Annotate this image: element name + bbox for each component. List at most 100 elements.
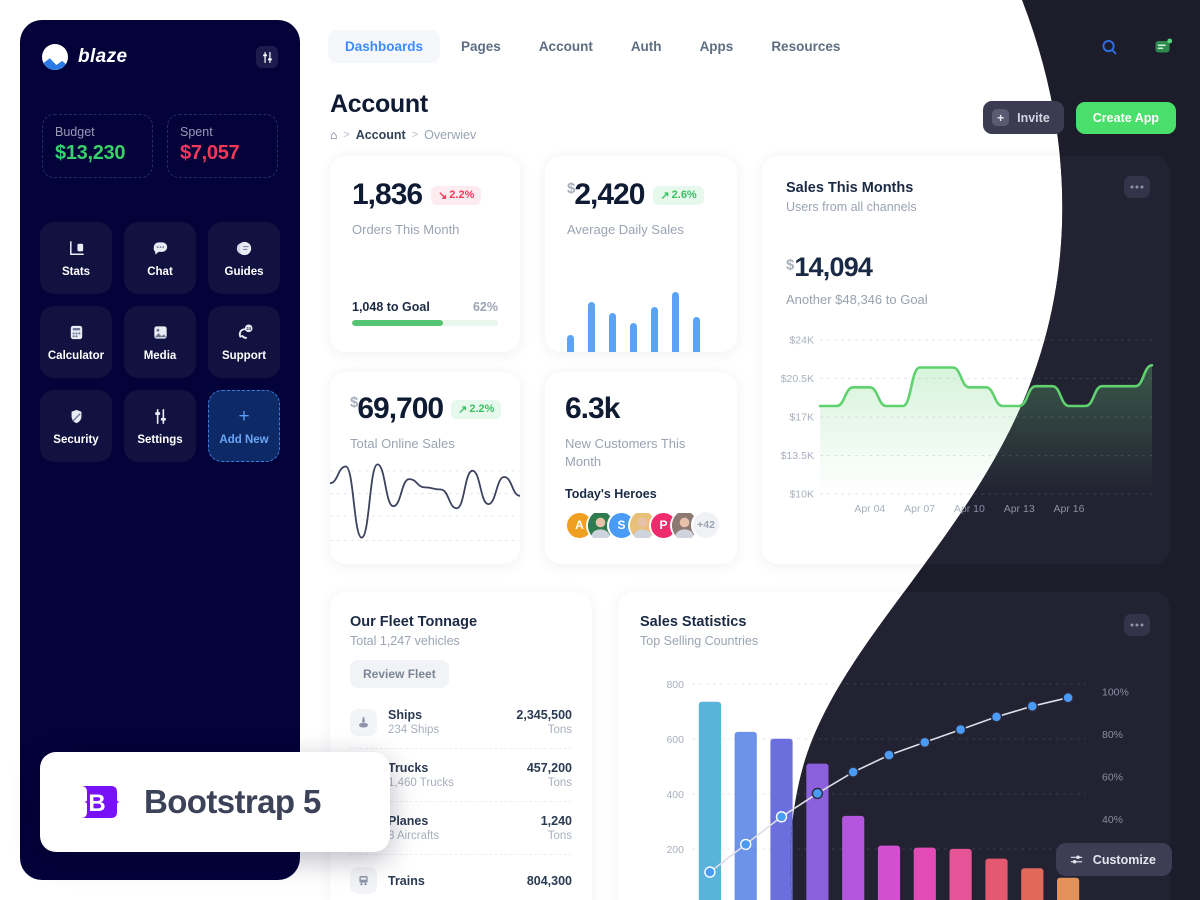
blaze-logo-icon bbox=[42, 44, 68, 70]
customize-button[interactable]: Customize bbox=[1055, 843, 1172, 876]
home-icon[interactable]: ⌂ bbox=[330, 128, 337, 142]
sidebar-item-settings[interactable]: Settings bbox=[124, 390, 196, 462]
create-app-button[interactable]: Create App bbox=[1075, 101, 1176, 134]
ellipsis-icon bbox=[1141, 621, 1144, 625]
sidebar-item-media[interactable]: Media bbox=[124, 306, 196, 378]
svg-text:$13.5K: $13.5K bbox=[781, 450, 814, 462]
svg-text:Apr 10: Apr 10 bbox=[954, 503, 985, 515]
sidebar-item-guides[interactable]: Guides bbox=[208, 222, 280, 294]
avatar-more[interactable]: +42 bbox=[691, 510, 721, 540]
fleet-row[interactable]: Ships 234 Ships 2,345,500 Tons bbox=[350, 696, 572, 749]
ellipsis-icon bbox=[1141, 185, 1144, 189]
fleet-row-name: Trains bbox=[388, 873, 425, 888]
breadcrumb-separator: > bbox=[411, 129, 419, 141]
sidebar-item-label: Settings bbox=[137, 433, 183, 446]
sidebar-settings-button[interactable] bbox=[256, 46, 278, 68]
orders-goal-percent: 62% bbox=[472, 300, 498, 314]
tab-resources[interactable]: Resources bbox=[754, 30, 857, 63]
message-icon bbox=[1155, 38, 1173, 53]
customize-label: Customize bbox=[1092, 852, 1156, 867]
avg-subtitle: Average Daily Sales bbox=[567, 222, 684, 237]
sales-card-menu-button[interactable] bbox=[1124, 176, 1150, 198]
invite-label: Invite bbox=[1017, 110, 1050, 125]
top-navigation: Dashboards Pages Account Auth Apps Resou… bbox=[328, 30, 857, 63]
svg-text:Apr 13: Apr 13 bbox=[1004, 503, 1035, 515]
sidebar-item-add-new[interactable]: + Add New bbox=[208, 390, 280, 462]
svg-text:24: 24 bbox=[246, 326, 251, 331]
orders-goal-row: 1,048 to Goal 62% bbox=[352, 300, 498, 314]
sidebar-item-label: Chat bbox=[147, 265, 173, 278]
sliders-icon bbox=[1070, 855, 1083, 864]
sidebar-item-chat[interactable]: Chat bbox=[124, 222, 196, 294]
sales-stats-title: Sales Statistics bbox=[640, 614, 747, 630]
budget-card[interactable]: Budget $13,230 bbox=[42, 114, 153, 178]
new-customers-value: 6.3k bbox=[565, 392, 620, 425]
avg-delta: 2.6% bbox=[671, 189, 697, 201]
orders-goal-text: 1,048 to Goal bbox=[352, 300, 430, 314]
bootstrap-icon: B bbox=[70, 776, 122, 828]
calculator-icon bbox=[67, 323, 86, 343]
breadcrumb-current: Overwiev bbox=[424, 128, 477, 142]
fleet-row[interactable]: Trains 804,300 bbox=[350, 855, 572, 900]
fleet-row-value: 457,200 bbox=[526, 761, 572, 775]
search-button[interactable] bbox=[1096, 34, 1122, 60]
spent-value: $7,057 bbox=[180, 142, 240, 164]
heroes-avatar-stack: A S P +42 bbox=[565, 510, 721, 540]
brand-logo[interactable]: blaze bbox=[42, 44, 128, 70]
tab-account[interactable]: Account bbox=[522, 30, 610, 63]
tab-apps[interactable]: Apps bbox=[683, 30, 751, 63]
svg-text:600: 600 bbox=[666, 734, 684, 746]
svg-text:800: 800 bbox=[666, 679, 684, 691]
online-delta: 2.2% bbox=[469, 403, 495, 415]
svg-text:Apr 07: Apr 07 bbox=[904, 503, 935, 515]
new-customers-subtitle: New Customers This Month bbox=[565, 436, 686, 469]
tab-pages[interactable]: Pages bbox=[444, 30, 518, 63]
orders-progress-fill bbox=[352, 320, 443, 326]
minibar bbox=[630, 322, 637, 352]
breadcrumb-separator: > bbox=[343, 129, 350, 141]
fleet-title: Our Fleet Tonnage bbox=[350, 614, 478, 630]
fleet-row-value: 2,345,500 bbox=[516, 708, 572, 722]
fleet-row-sub: 1,460 Trucks bbox=[388, 777, 454, 789]
train-icon bbox=[350, 867, 377, 894]
sidebar-item-support[interactable]: 24 Support bbox=[208, 306, 280, 378]
heroes-title: Today's Heroes bbox=[565, 487, 657, 501]
sidebar-header: blaze bbox=[20, 20, 300, 70]
online-value-number: 69,700 bbox=[357, 392, 444, 425]
tab-auth[interactable]: Auth bbox=[614, 30, 679, 63]
arrow-down-icon: ↘ bbox=[438, 189, 448, 202]
spent-card[interactable]: Spent $7,057 bbox=[167, 114, 278, 178]
sales-this-months-card: Sales This Months Users from all channel… bbox=[762, 156, 1170, 564]
messages-button[interactable] bbox=[1150, 34, 1176, 60]
total-online-sales-card: $69,700 ↗ 2.2% Total Online Sales bbox=[330, 372, 520, 564]
sales-stats-menu-button[interactable] bbox=[1124, 612, 1150, 634]
online-sales-sparkline bbox=[330, 463, 520, 541]
svg-text:Apr 16: Apr 16 bbox=[1054, 503, 1085, 515]
arrow-up-icon: ↗ bbox=[660, 189, 670, 202]
svg-text:60%: 60% bbox=[1102, 771, 1123, 783]
online-value: $69,700 bbox=[350, 392, 444, 425]
breadcrumb-link-account[interactable]: Account bbox=[356, 128, 406, 142]
orders-subtitle: Orders This Month bbox=[352, 222, 460, 237]
sidebar-item-calculator[interactable]: Calculator bbox=[40, 306, 112, 378]
avg-delta-badge: ↗ 2.6% bbox=[653, 185, 704, 205]
average-daily-sales-card: $2,420 ↗ 2.6% Average Daily Sales bbox=[545, 156, 737, 352]
review-fleet-button[interactable]: Review Fleet bbox=[350, 660, 449, 688]
sidebar-item-security[interactable]: Security bbox=[40, 390, 112, 462]
sidebar-item-label: Support bbox=[221, 349, 267, 362]
fleet-row-name: Ships bbox=[388, 708, 423, 722]
fleet-row-sub: 8 Aircrafts bbox=[388, 830, 440, 842]
sidebar-item-label: Stats bbox=[61, 265, 91, 278]
ellipsis-icon bbox=[1130, 621, 1133, 625]
search-icon bbox=[1101, 39, 1117, 54]
svg-text:100%: 100% bbox=[1102, 686, 1129, 698]
arrow-up-icon: ↗ bbox=[458, 403, 468, 416]
svg-text:Apr 04: Apr 04 bbox=[854, 503, 885, 515]
svg-text:$10K: $10K bbox=[789, 489, 814, 501]
orders-delta-badge: ↘ 2.2% bbox=[431, 185, 482, 205]
ship-icon bbox=[350, 708, 377, 736]
tab-dashboards[interactable]: Dashboards bbox=[328, 30, 441, 63]
avg-value-number: 2,420 bbox=[574, 178, 645, 211]
invite-button[interactable]: + Invite bbox=[983, 101, 1064, 134]
sidebar-item-stats[interactable]: Stats bbox=[40, 222, 112, 294]
